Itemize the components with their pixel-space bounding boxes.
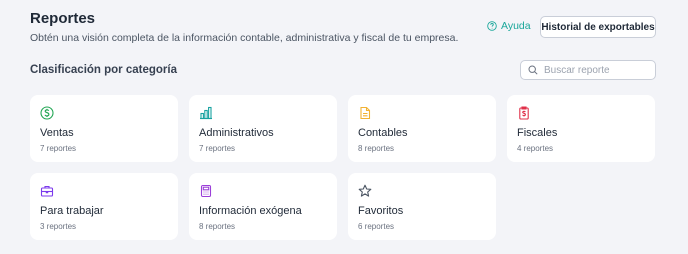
calculator-icon [199,184,213,198]
dollar-circle-icon [40,106,54,120]
history-exports-button[interactable]: Historial de exportables [540,16,656,38]
card-count: 6 reportes [358,222,395,231]
card-count: 7 reportes [40,144,77,153]
category-card-para-trabajar[interactable]: Para trabajar 3 reportes [30,173,178,240]
help-link[interactable]: Ayuda [487,20,531,32]
category-card-administrativos[interactable]: Administrativos 7 reportes [189,95,337,162]
card-title: Contables [358,127,408,139]
card-title: Fiscales [517,127,558,139]
category-card-contables[interactable]: Contables 8 reportes [348,95,496,162]
card-title: Administrativos [199,127,274,139]
card-count: 8 reportes [358,144,395,153]
category-card-informacion-exogena[interactable]: Información exógena 8 reportes [189,173,337,240]
star-icon [358,184,372,198]
card-title: Información exógena [199,205,302,217]
category-card-ventas[interactable]: Ventas 7 reportes [30,95,178,162]
card-title: Para trabajar [40,205,104,217]
section-title: Clasificación por categoría [30,64,177,76]
tax-receipt-icon [517,106,531,120]
help-circle-icon [487,21,497,31]
document-icon [358,106,372,120]
category-card-favoritos[interactable]: Favoritos 6 reportes [348,173,496,240]
search-box[interactable] [520,60,656,80]
page-subtitle: Obtén una visión completa de la informac… [30,32,459,44]
briefcase-icon [40,184,54,198]
card-count: 4 reportes [517,144,554,153]
card-title: Ventas [40,127,74,139]
page-title: Reportes [30,10,96,27]
bar-chart-icon [199,106,213,120]
card-count: 7 reportes [199,144,236,153]
help-label: Ayuda [501,20,531,32]
category-card-fiscales[interactable]: Fiscales 4 reportes [507,95,655,162]
card-count: 3 reportes [40,222,77,231]
card-title: Favoritos [358,205,404,217]
search-input[interactable] [544,64,644,76]
card-count: 8 reportes [199,222,236,231]
search-icon [528,65,538,75]
